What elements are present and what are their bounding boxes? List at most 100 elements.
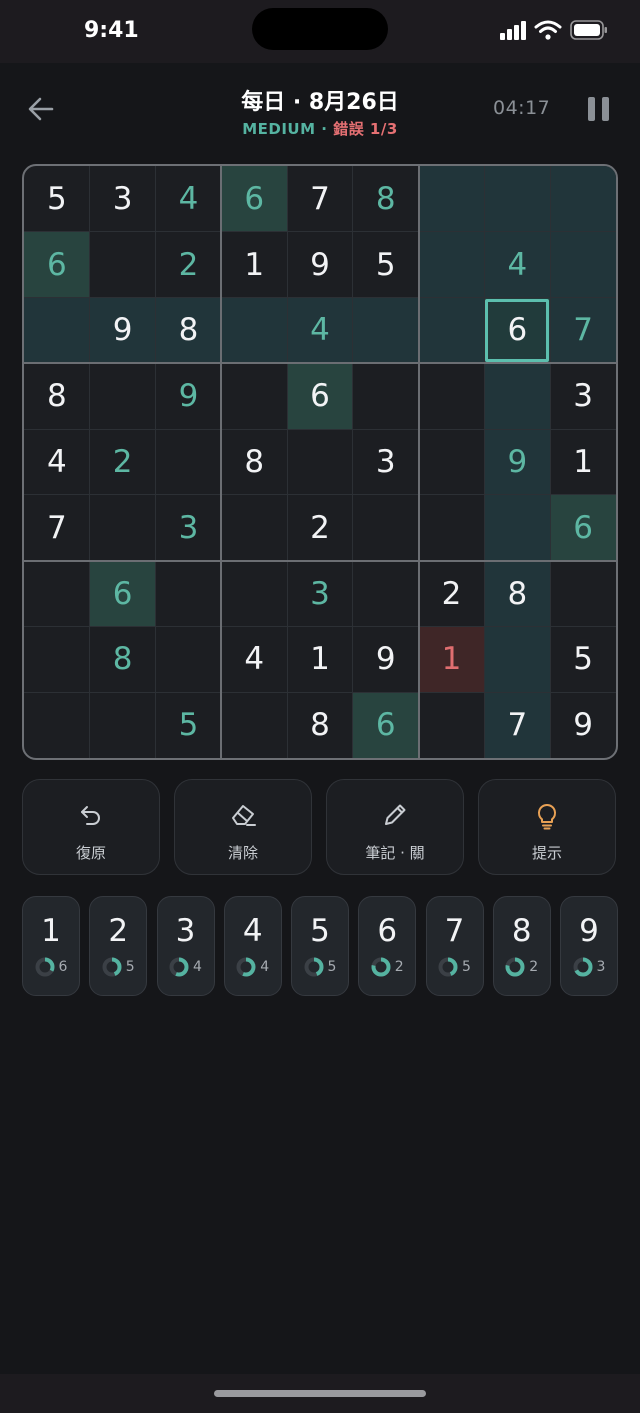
board-cell[interactable]: 6 <box>89 560 156 627</box>
board-cell[interactable]: 4 <box>221 626 287 692</box>
number-key-8[interactable]: 82 <box>492 896 551 996</box>
board-cell[interactable]: 9 <box>156 363 222 429</box>
board-cell[interactable] <box>24 692 90 758</box>
board-cell[interactable] <box>550 231 616 298</box>
board-cell[interactable] <box>221 692 287 758</box>
board-cell[interactable]: 9 <box>353 626 419 692</box>
erase-button[interactable]: 清除 <box>174 779 312 875</box>
eraser-icon <box>232 805 256 826</box>
board-cell[interactable] <box>156 561 222 627</box>
board-cell[interactable] <box>484 363 551 430</box>
number-key-3[interactable]: 34 <box>156 896 215 996</box>
board-cell[interactable] <box>90 232 156 298</box>
board-cell[interactable]: 8 <box>90 626 156 692</box>
board-cell[interactable]: 6 <box>221 166 288 232</box>
number-key-9[interactable]: 93 <box>560 896 618 996</box>
board-cell[interactable] <box>353 561 419 627</box>
board-cell[interactable]: 9 <box>550 692 616 758</box>
board-cell[interactable] <box>419 692 485 758</box>
board-cell[interactable] <box>419 495 485 561</box>
board-cell[interactable] <box>419 363 485 429</box>
board-cell[interactable]: 8 <box>24 363 90 429</box>
board-cell[interactable]: 9 <box>89 297 156 364</box>
number-key-4[interactable]: 44 <box>223 896 282 996</box>
board-cell[interactable] <box>287 429 353 495</box>
board-cell[interactable]: 7 <box>550 297 616 364</box>
board-cell[interactable]: 5 <box>24 166 90 232</box>
board-cell[interactable]: 8 <box>484 560 551 627</box>
board-cell[interactable] <box>484 494 551 561</box>
board-cell[interactable]: 5 <box>353 232 419 298</box>
number-key-6[interactable]: 62 <box>358 896 417 996</box>
board-cell[interactable] <box>24 626 90 692</box>
board-cell[interactable]: 9 <box>287 232 353 298</box>
board-cell[interactable] <box>484 166 551 232</box>
board-cell[interactable]: 3 <box>287 561 353 627</box>
board-cell[interactable]: 2 <box>156 232 222 298</box>
number-key-7[interactable]: 75 <box>425 896 484 996</box>
board-cell[interactable] <box>156 626 222 692</box>
board-cell[interactable] <box>221 363 287 429</box>
undo-button[interactable]: 復原 <box>22 779 160 875</box>
board-cell[interactable]: 4 <box>24 429 90 495</box>
notes-toggle-button[interactable]: 筆記 · 關 <box>326 779 464 875</box>
board-cell[interactable] <box>550 561 616 627</box>
grid-line <box>352 166 354 758</box>
board-cell[interactable]: 6 <box>352 692 419 758</box>
board-cell[interactable] <box>24 561 90 627</box>
board-cell[interactable] <box>352 297 419 364</box>
hint-button[interactable]: 提示 <box>478 779 616 875</box>
board-cell[interactable] <box>418 297 485 364</box>
board-cell[interactable]: 3 <box>156 495 222 561</box>
board-cell[interactable] <box>156 429 222 495</box>
board-cell[interactable] <box>90 495 156 561</box>
board-cell[interactable]: 4 <box>484 231 551 298</box>
number-key-1[interactable]: 16 <box>22 896 80 996</box>
home-indicator[interactable] <box>214 1390 426 1397</box>
board-cell[interactable]: 1 <box>418 626 485 693</box>
board-cell[interactable]: 3 <box>550 363 616 429</box>
wifi-icon <box>534 20 562 40</box>
cellular-signal-icon <box>500 21 526 40</box>
board-cell[interactable] <box>221 495 287 561</box>
board-cell[interactable] <box>90 692 156 758</box>
board-cell[interactable] <box>90 363 156 429</box>
board-cell[interactable] <box>484 626 551 693</box>
board-cell[interactable]: 7 <box>484 692 551 758</box>
board-cell[interactable]: 6 <box>550 494 616 561</box>
board-cell[interactable]: 2 <box>419 561 485 627</box>
board-cell[interactable]: 1 <box>287 626 353 692</box>
remaining-count: 4 <box>260 959 270 975</box>
board-cell[interactable] <box>353 495 419 561</box>
board-cell[interactable]: 8 <box>287 692 353 758</box>
board-cell[interactable]: 6 <box>24 231 90 298</box>
board-cell[interactable]: 2 <box>90 429 156 495</box>
board-cell[interactable]: 8 <box>155 297 222 364</box>
number-key-5[interactable]: 55 <box>291 896 349 996</box>
number-key-2[interactable]: 25 <box>89 896 148 996</box>
board-cell[interactable]: 5 <box>550 626 616 692</box>
board-cell[interactable] <box>550 166 616 232</box>
board-cell[interactable] <box>221 297 288 364</box>
board-cell[interactable]: 4 <box>156 166 222 232</box>
board-cell[interactable]: 9 <box>484 429 551 495</box>
board-cell[interactable] <box>24 297 90 364</box>
board-cell[interactable]: 4 <box>287 297 353 364</box>
board-cell[interactable]: 8 <box>353 166 419 232</box>
board-cell[interactable] <box>418 231 485 298</box>
board-cell[interactable] <box>221 561 287 627</box>
board-cell[interactable]: 1 <box>550 429 616 495</box>
pause-button[interactable] <box>588 97 612 121</box>
board-cell[interactable] <box>419 429 485 495</box>
board-cell[interactable]: 7 <box>24 495 90 561</box>
board-cell[interactable]: 3 <box>90 166 156 232</box>
board-cell[interactable]: 6 <box>287 363 353 430</box>
board-cell[interactable] <box>353 363 419 429</box>
board-cell[interactable]: 8 <box>221 429 287 495</box>
board-cell[interactable]: 5 <box>156 692 222 758</box>
board-cell[interactable] <box>418 166 485 232</box>
board-cell[interactable]: 7 <box>287 166 353 232</box>
board-cell[interactable]: 1 <box>221 232 287 298</box>
board-cell[interactable]: 2 <box>287 495 353 561</box>
board-cell[interactable]: 3 <box>353 429 419 495</box>
